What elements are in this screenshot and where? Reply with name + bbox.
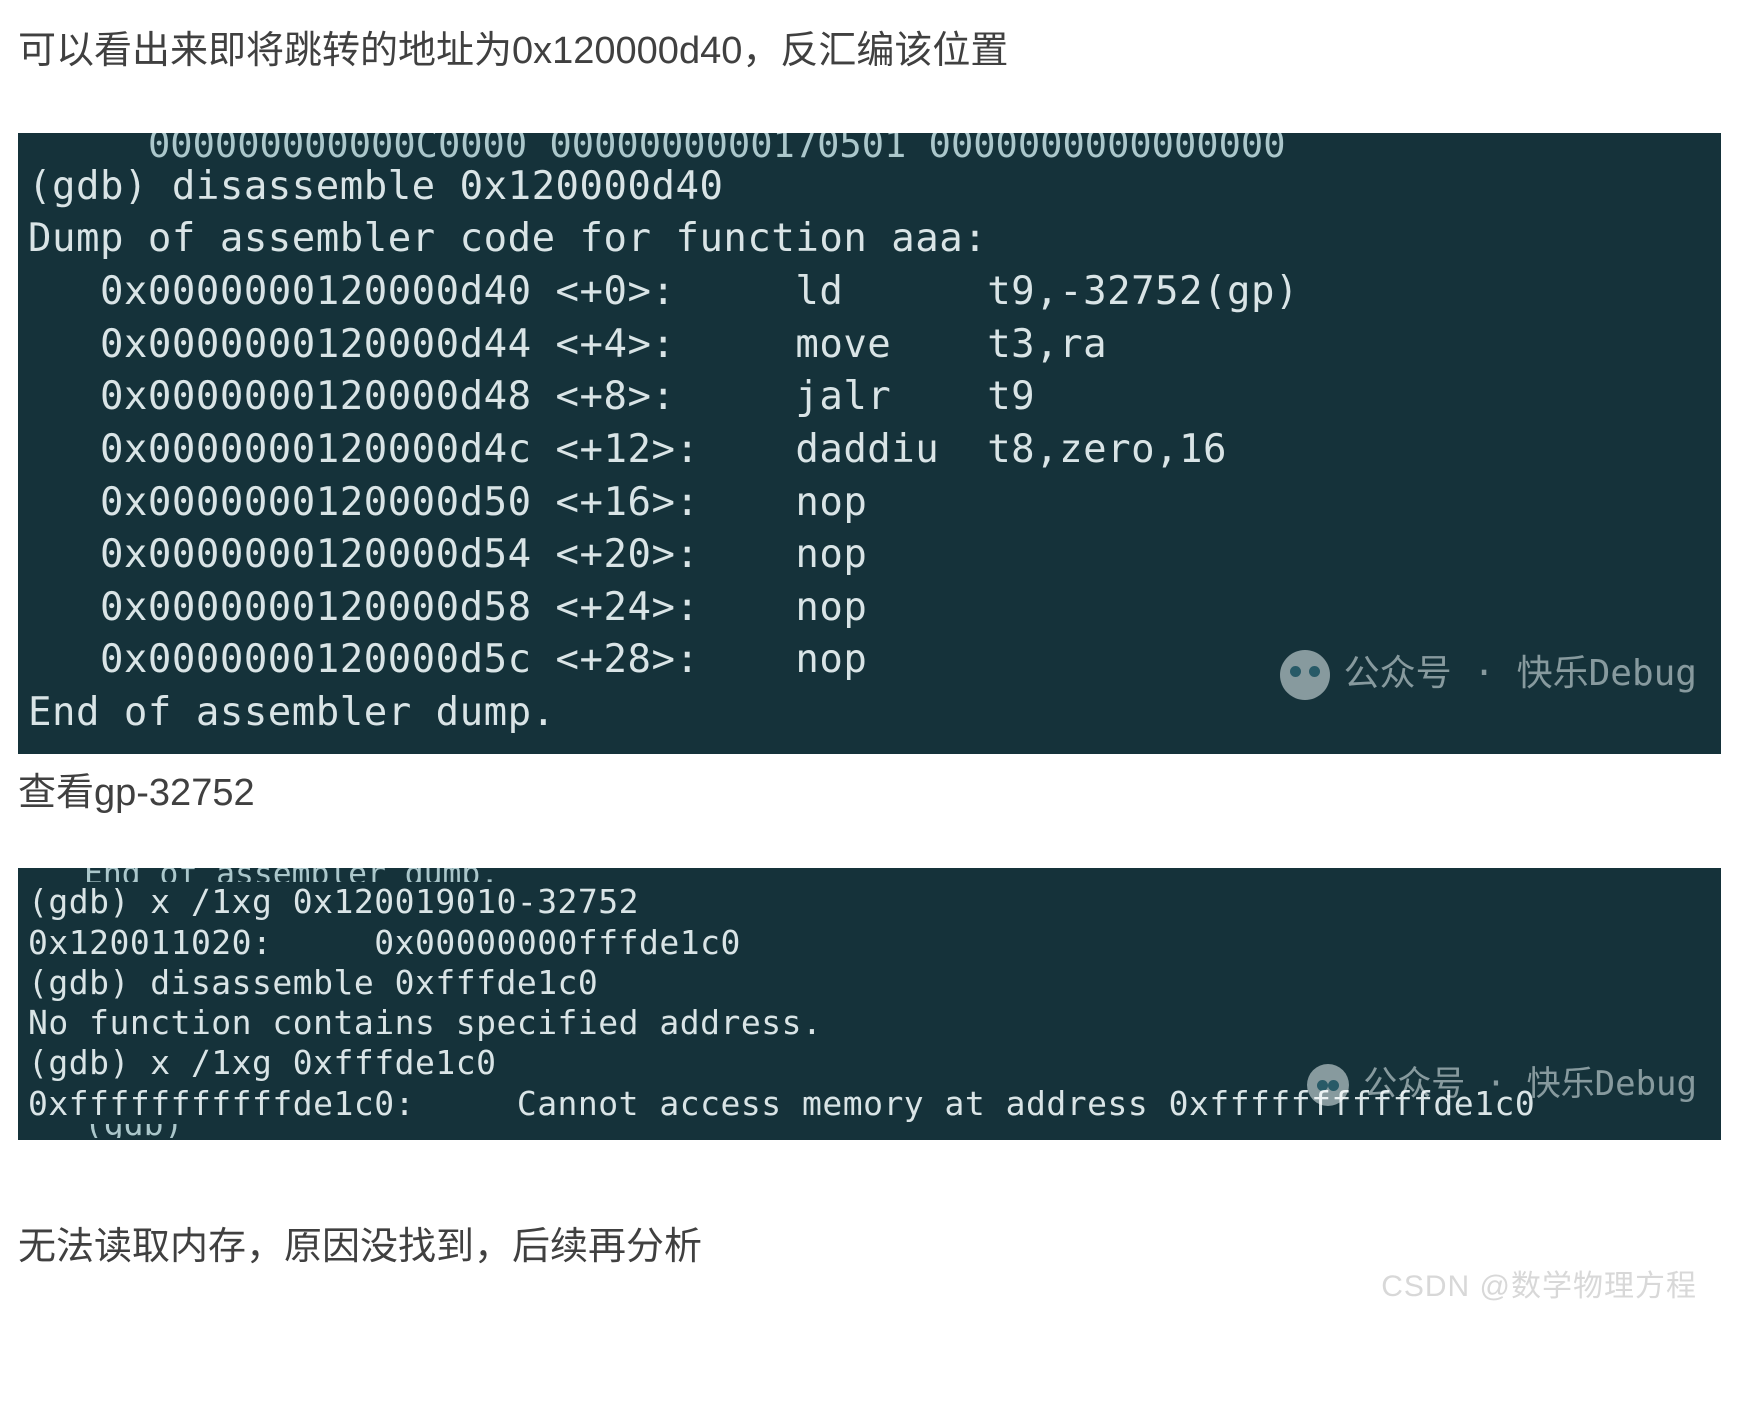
watermark-text: 公众号 · 快乐Debug <box>1344 650 1697 699</box>
wechat-icon <box>1307 1064 1349 1106</box>
wechat-watermark: 公众号 · 快乐Debug <box>1307 1064 1697 1106</box>
terminal-cutoff-bottom: (gdb) <box>84 1124 1711 1138</box>
mid-text: 查看gp-32752 <box>18 762 1721 825</box>
spacer <box>18 834 1721 868</box>
spacer <box>18 1182 1721 1216</box>
terminal-disassemble: 000000000000C0000 0000000000170501 00000… <box>18 133 1721 754</box>
wechat-watermark: 公众号 · 快乐Debug <box>1280 650 1697 700</box>
spacer <box>18 1148 1721 1182</box>
terminal-cutoff-top: End of assembler dump. <box>84 868 1711 882</box>
watermark-text: 公众号 · 快乐Debug <box>1363 1064 1697 1105</box>
spacer <box>18 99 1721 133</box>
wechat-icon <box>1280 650 1330 700</box>
terminal-cutoff-top: 000000000000C0000 0000000000170501 00000… <box>148 133 1711 161</box>
intro-text: 可以看出来即将跳转的地址为0x120000d40，反汇编该位置 <box>18 20 1721 83</box>
terminal-memory: End of assembler dump. (gdb) x /1xg 0x12… <box>18 868 1721 1140</box>
csdn-watermark: CSDN @数学物理方程 <box>1381 1261 1697 1305</box>
